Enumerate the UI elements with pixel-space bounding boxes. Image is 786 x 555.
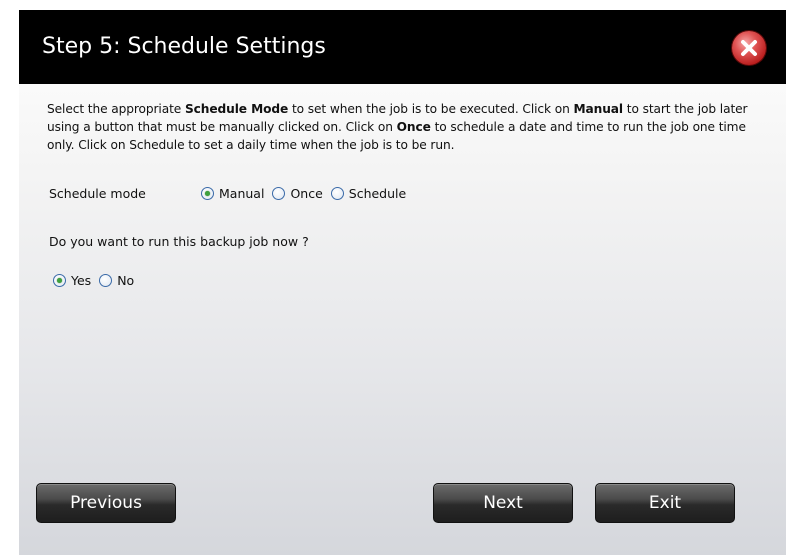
radio-schedule-label: Schedule	[348, 186, 407, 201]
next-button[interactable]: Next	[433, 483, 573, 523]
instructions-part-2: to set when the job is to be executed. C…	[288, 102, 574, 116]
radio-no-label: No	[117, 273, 135, 288]
schedule-mode-manual-option[interactable]: Manual	[201, 186, 264, 201]
instructions-bold-manual: Manual	[573, 102, 624, 116]
radio-yes-label: Yes	[71, 273, 92, 288]
radio-no[interactable]	[99, 274, 113, 287]
schedule-settings-dialog: Step 5: Schedule Settings Select the app…	[19, 10, 786, 555]
run-now-question: Do you want to run this backup job now ?	[49, 234, 309, 249]
radio-manual-label: Manual	[219, 186, 265, 201]
run-now-yes-option[interactable]: Yes	[53, 273, 91, 288]
close-icon	[741, 40, 757, 56]
instructions-bold-schedule-mode: Schedule Mode	[184, 102, 289, 116]
schedule-mode-once-option[interactable]: Once	[272, 186, 323, 201]
run-now-radio-group: Yes No	[53, 273, 142, 288]
title-bar: Step 5: Schedule Settings	[19, 10, 786, 84]
exit-button[interactable]: Exit	[595, 483, 735, 523]
radio-schedule[interactable]	[330, 187, 344, 200]
radio-once-label: Once	[290, 186, 323, 201]
radio-once[interactable]	[272, 187, 286, 200]
radio-yes[interactable]	[53, 274, 66, 287]
radio-manual[interactable]	[201, 187, 214, 200]
instructions-part-1: Select the appropriate	[47, 102, 185, 116]
run-now-no-option[interactable]: No	[99, 273, 134, 288]
close-button[interactable]	[732, 31, 766, 65]
instructions-bold-once: Once	[396, 120, 431, 134]
schedule-mode-radio-group: Manual Once Schedule	[201, 186, 414, 201]
instructions-text: Select the appropriate Schedule Mode to …	[47, 100, 763, 154]
schedule-mode-schedule-option[interactable]: Schedule	[330, 186, 407, 201]
dialog-title: Step 5: Schedule Settings	[42, 34, 326, 59]
previous-button[interactable]: Previous	[36, 483, 176, 523]
schedule-mode-label: Schedule mode	[49, 186, 146, 201]
